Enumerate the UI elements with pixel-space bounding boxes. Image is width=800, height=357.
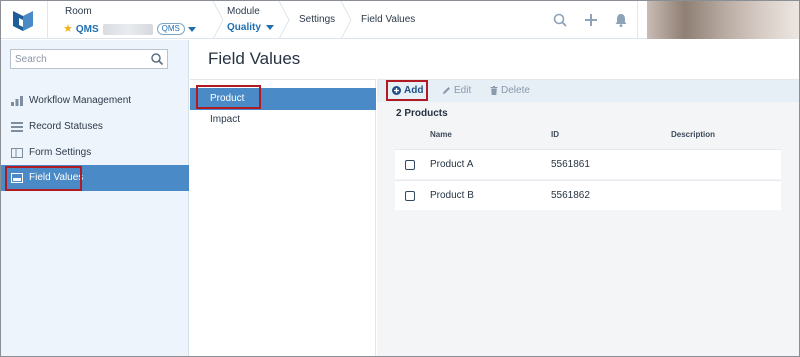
record-count: 2 Products xyxy=(396,108,448,119)
breadcrumb-separator-icon xyxy=(212,1,224,39)
search-input[interactable]: Search xyxy=(10,49,168,69)
column-header-id[interactable]: ID xyxy=(551,130,559,139)
plus-icon[interactable] xyxy=(583,12,599,28)
user-avatar[interactable] xyxy=(647,1,799,39)
room-badge: QMS xyxy=(156,23,185,35)
breadcrumb-field-values[interactable]: Field Values xyxy=(361,14,415,25)
highlight-box xyxy=(196,85,261,109)
sidebar-item-label: Form Settings xyxy=(29,147,92,158)
sidebar: Search Workflow Management Record Status… xyxy=(1,40,189,356)
table-header: Name ID Description xyxy=(377,126,799,148)
cell-id: 5561862 xyxy=(551,190,590,201)
breadcrumb-separator-icon xyxy=(278,1,290,39)
module-name: Quality xyxy=(227,22,261,33)
room-name-redacted xyxy=(102,23,153,35)
trash-icon xyxy=(490,86,498,95)
table-row[interactable]: Product B 5561862 xyxy=(395,180,781,210)
column-header-name[interactable]: Name xyxy=(430,130,452,139)
list-item-label: Impact xyxy=(210,114,241,125)
cell-id: 5561861 xyxy=(551,159,590,170)
edit-button[interactable]: Edit xyxy=(442,85,471,96)
row-checkbox[interactable] xyxy=(405,191,415,201)
list-item-impact[interactable]: Impact xyxy=(190,109,376,131)
column-header-description[interactable]: Description xyxy=(671,130,715,139)
workflow-icon xyxy=(11,96,23,106)
cell-name: Product B xyxy=(430,190,474,201)
field-value-list: Product Impact xyxy=(190,79,376,356)
breadcrumb-separator-icon xyxy=(340,1,352,39)
form-settings-icon xyxy=(11,148,23,158)
room-label: Room xyxy=(65,6,92,17)
sidebar-item-workflow-management[interactable]: Workflow Management xyxy=(1,88,189,114)
highlight-box xyxy=(386,80,428,101)
favorite-star-icon[interactable]: ★ xyxy=(63,23,73,35)
highlight-box xyxy=(5,166,82,191)
divider xyxy=(637,1,638,39)
search-icon[interactable] xyxy=(150,52,164,66)
module-label: Module xyxy=(227,6,260,17)
search-icon[interactable] xyxy=(552,12,568,28)
bell-icon[interactable] xyxy=(613,12,629,28)
delete-button[interactable]: Delete xyxy=(490,85,530,96)
app-logo xyxy=(13,11,33,31)
sidebar-item-record-statuses[interactable]: Record Statuses xyxy=(1,114,189,140)
divider xyxy=(47,1,48,39)
top-bar: Room ★ QMS QMS Module Quality Settings F… xyxy=(1,1,799,39)
chevron-down-icon[interactable] xyxy=(265,25,274,30)
edit-label: Edit xyxy=(454,85,472,96)
sidebar-item-form-settings[interactable]: Form Settings xyxy=(1,140,189,166)
app-window: Room ★ QMS QMS Module Quality Settings F… xyxy=(0,0,800,357)
module-selector[interactable]: Quality xyxy=(227,22,274,33)
row-checkbox[interactable] xyxy=(405,160,415,170)
chevron-down-icon[interactable] xyxy=(187,26,196,32)
room-name: QMS xyxy=(75,23,99,35)
search-placeholder: Search xyxy=(15,54,47,65)
toolbar: Add Edit Delete xyxy=(377,80,799,102)
page-title: Field Values xyxy=(208,49,301,68)
sidebar-item-label: Record Statuses xyxy=(29,121,103,132)
room-selector[interactable]: ★ QMS QMS xyxy=(63,22,196,36)
table-row[interactable]: Product A 5561861 xyxy=(395,149,781,179)
delete-label: Delete xyxy=(501,85,530,96)
cell-name: Product A xyxy=(430,159,474,170)
sidebar-item-label: Workflow Management xyxy=(29,95,132,106)
detail-panel: Add Edit Delete 2 Products Name ID Descr… xyxy=(377,79,799,356)
breadcrumb-settings[interactable]: Settings xyxy=(299,14,335,25)
record-statuses-icon xyxy=(11,122,23,132)
pencil-icon xyxy=(443,87,450,94)
